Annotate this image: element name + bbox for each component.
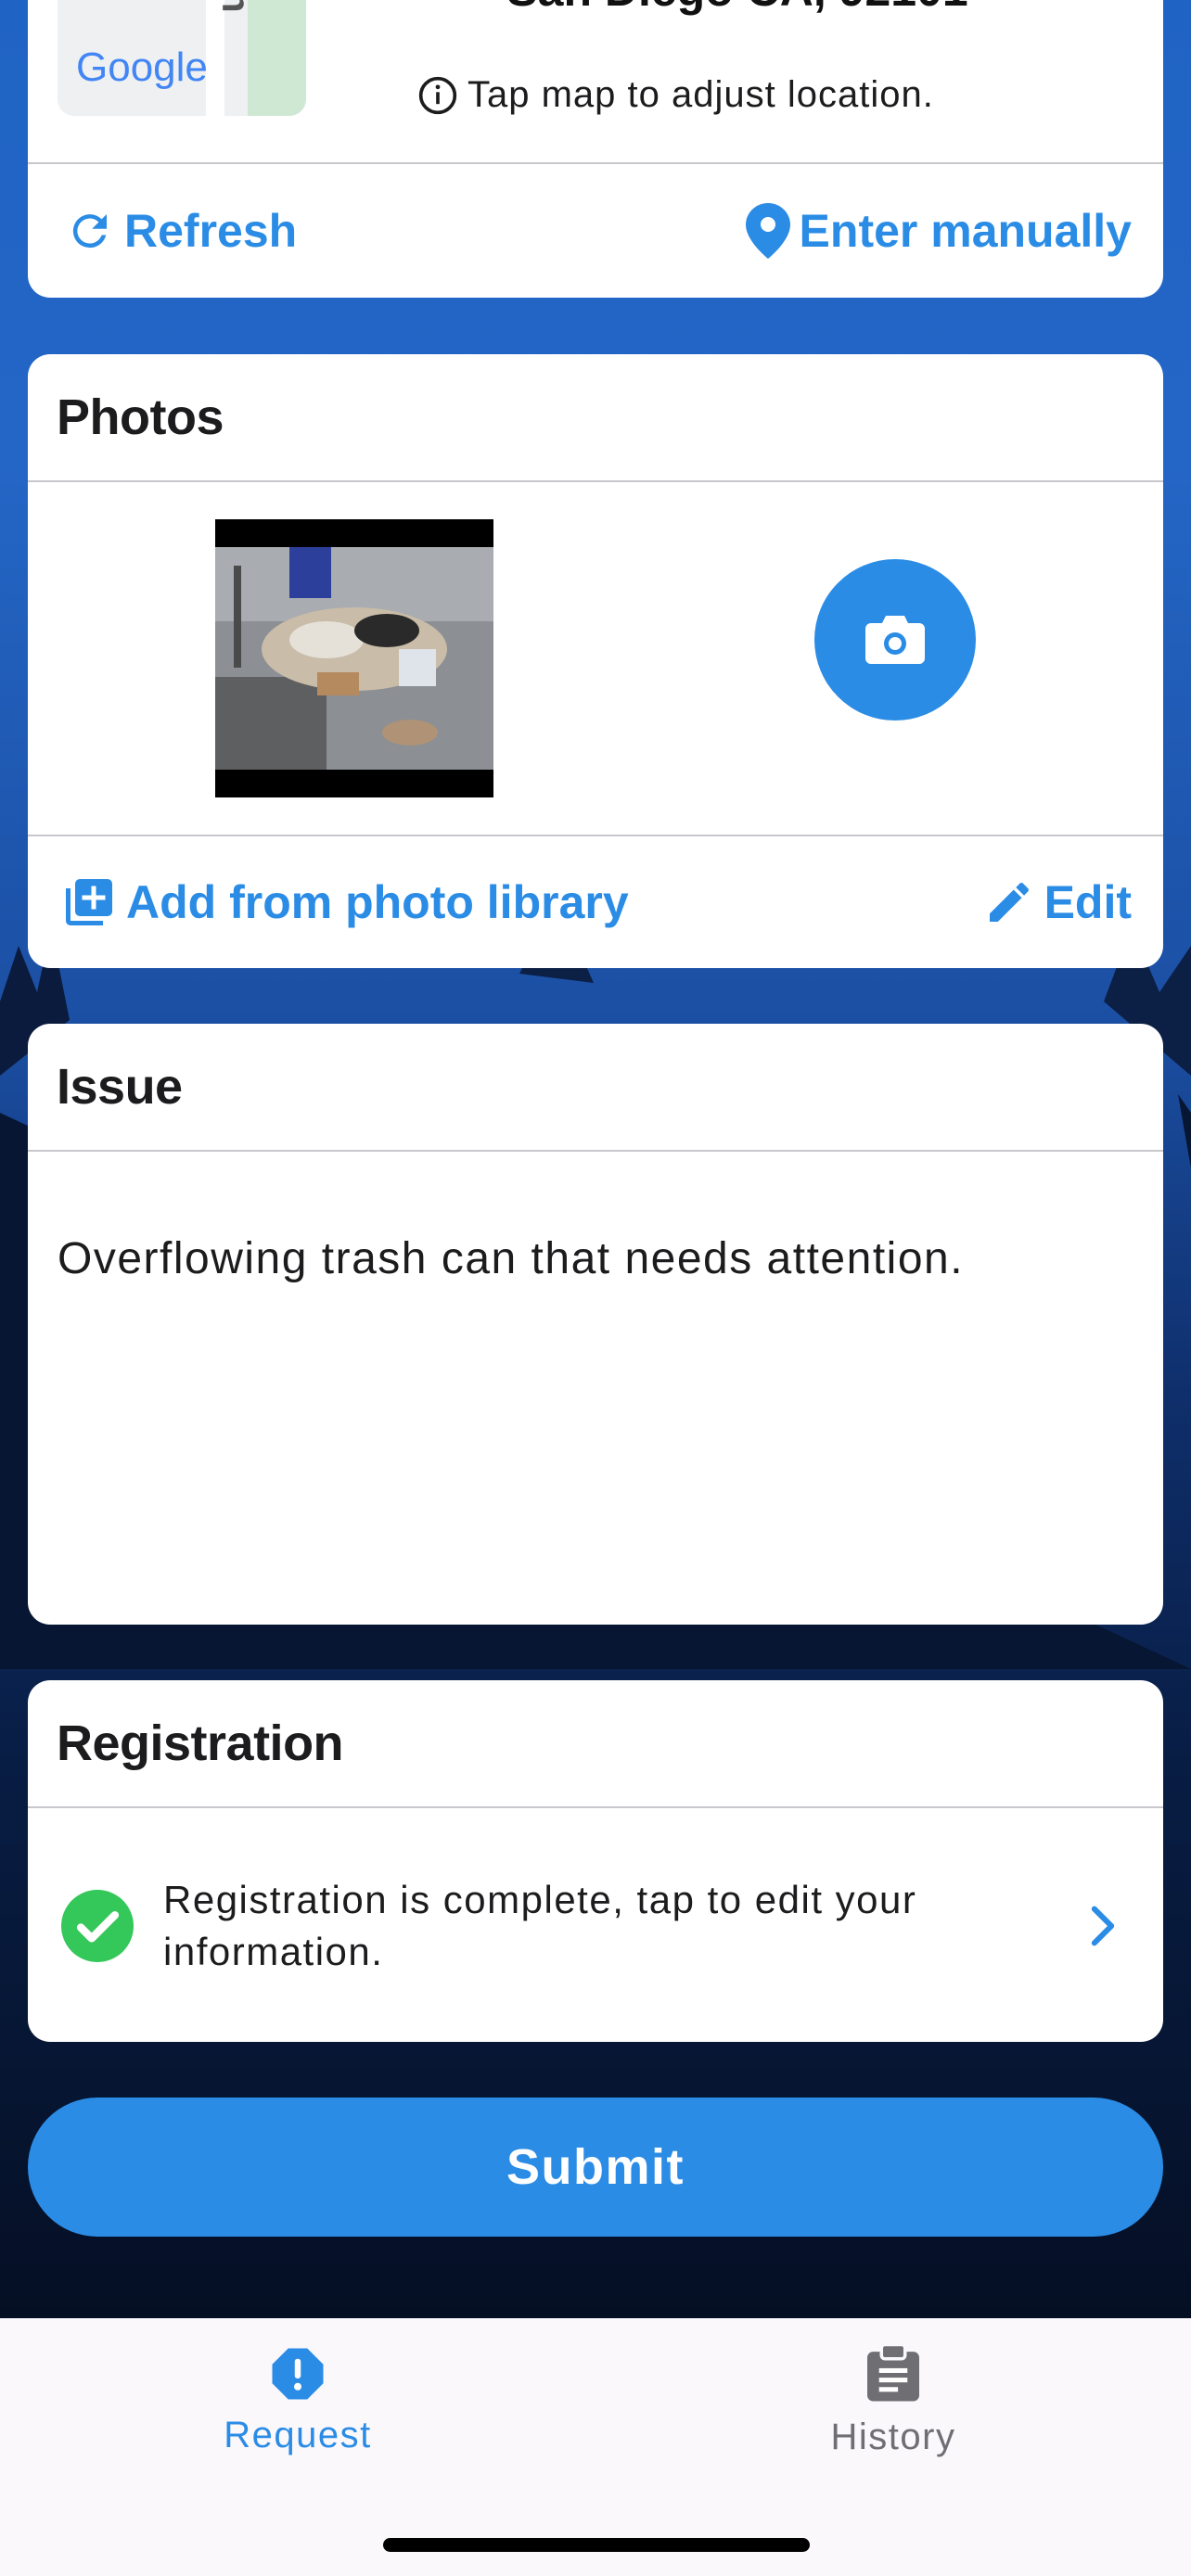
alert-octagon-icon [272,2348,324,2400]
address-text: San Diego CA, 92101 [334,0,1141,17]
registration-title: Registration [28,1680,1163,1808]
photos-title: Photos [28,354,1163,482]
registration-status-text: Registration is complete, tap to edit yo… [163,1878,917,1973]
clipboard-icon [867,2344,919,2402]
camera-icon [865,616,925,664]
map-hint: Tap map to adjust location. [417,74,934,116]
refresh-button[interactable]: Refresh [65,204,297,258]
add-from-library-label: Add from photo library [126,876,629,928]
pencil-icon [989,882,1029,922]
map-thumbnail[interactable]: th Google [58,0,306,116]
refresh-label: Refresh [124,205,298,257]
issue-title: Issue [28,1024,1163,1152]
edit-label: Edit [1044,876,1132,928]
registration-status-row[interactable]: Registration is complete, tap to edit yo… [28,1810,1163,2042]
map-street-label: th [213,0,258,13]
issue-description-field[interactable]: Overflowing trash can that needs attenti… [58,1233,964,1284]
registration-card: Registration Registration is complete, t… [28,1680,1163,2042]
home-indicator [383,2538,810,2552]
photos-card: Photos Add from photo library Edit [28,354,1163,968]
chevron-right-icon [1091,1906,1115,1946]
issue-card: Issue Overflowing trash can that needs a… [28,1024,1163,1625]
map-hint-text: Tap map to adjust location. [467,74,934,115]
trash-photo [215,547,493,770]
take-photo-button[interactable] [814,559,976,721]
refresh-icon [72,214,107,249]
tab-history[interactable]: History [596,2318,1191,2504]
checkmark-circle-icon [61,1890,134,1962]
enter-manually-button[interactable]: Enter manually [745,202,1132,260]
add-photo-icon [66,879,112,925]
tab-history-label: History [830,2417,956,2457]
google-logo: Google [76,45,208,90]
photo-thumbnail[interactable] [215,519,493,797]
info-icon [418,76,457,114]
add-from-library-button[interactable]: Add from photo library [61,874,629,930]
enter-manually-label: Enter manually [799,205,1132,257]
edit-photos-button[interactable]: Edit [983,875,1132,929]
location-card: th Google San Diego CA, 92101 Tap map to… [28,0,1163,298]
location-pin-icon [745,203,790,259]
tab-request[interactable]: Request [0,2318,596,2504]
tab-request-label: Request [224,2415,372,2455]
submit-button[interactable]: Submit [28,2098,1163,2237]
